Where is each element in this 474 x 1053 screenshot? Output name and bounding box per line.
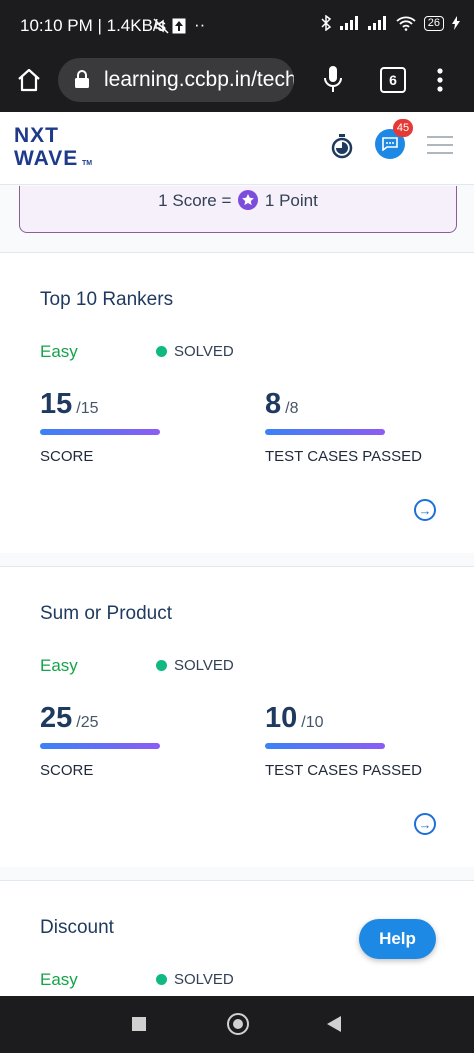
home-icon[interactable] xyxy=(16,68,42,92)
hamburger-menu-icon[interactable] xyxy=(427,136,453,154)
more-dots-icon: ·· xyxy=(194,15,206,34)
score-progress-bar xyxy=(40,743,160,749)
banner-right-text: 1 Point xyxy=(264,191,318,210)
card-separator xyxy=(0,867,474,881)
problem-title: Top 10 Rankers xyxy=(40,289,174,310)
test-cases-label: TEST CASES PASSED xyxy=(265,762,422,779)
logo-line2: WAVE xyxy=(14,147,79,170)
test-cases-number: 10 xyxy=(265,702,298,734)
upload-icon xyxy=(172,18,186,34)
score-label: SCORE xyxy=(40,762,94,779)
score-points-banner: 1 Score = 1 Point xyxy=(19,186,457,233)
difficulty-label: Easy xyxy=(40,656,78,675)
help-button[interactable]: Help xyxy=(359,919,436,959)
battery-icon: 26 xyxy=(423,15,444,31)
score-number: 25 xyxy=(40,702,73,734)
browser-toolbar: learning.ccbp.in/tech 6 xyxy=(0,52,474,112)
lock-icon xyxy=(75,70,89,88)
more-vert-icon[interactable] xyxy=(436,67,444,93)
logo-line1: NXT xyxy=(14,124,59,147)
status-time: 10:10 PM | 1.4KB/s xyxy=(20,16,167,35)
system-navigation-bar xyxy=(0,996,474,1053)
banner-left-text: 1 Score = xyxy=(158,191,232,210)
difficulty-label: Easy xyxy=(40,342,78,361)
solved-dot-icon xyxy=(156,660,167,671)
app-header: NXT WAVE TM 45 xyxy=(0,112,474,185)
url-text: learning.ccbp.in/tech xyxy=(104,68,294,91)
signal-icon xyxy=(367,16,386,30)
problem-title: Discount xyxy=(40,917,114,938)
logo-tm: TM xyxy=(82,160,93,167)
stopwatch-icon[interactable] xyxy=(331,133,353,159)
star-coin-icon xyxy=(238,190,259,210)
microphone-icon[interactable] xyxy=(323,65,343,95)
bluetooth-icon xyxy=(321,15,331,31)
notification-badge: 45 xyxy=(393,119,413,137)
score-label: SCORE xyxy=(40,448,94,465)
status-badge: SOLVED xyxy=(156,343,234,360)
status-icons: 26 xyxy=(320,15,460,31)
status-text: SOLVED xyxy=(174,971,234,988)
score-total: /25 xyxy=(76,714,99,731)
test-cases-value: 10/10 xyxy=(265,702,324,735)
battery-level: 26 xyxy=(427,16,440,29)
signal-icon xyxy=(339,16,358,30)
solved-dot-icon xyxy=(156,346,167,357)
test-cases-label: TEST CASES PASSED xyxy=(265,448,422,465)
test-cases-progress-bar xyxy=(265,429,385,435)
test-cases-number: 8 xyxy=(265,388,282,420)
tab-count: 6 xyxy=(389,72,397,88)
problem-card[interactable]: Sum or Product Easy SOLVED 25/25 SCORE 1… xyxy=(0,566,474,868)
notification-count: 45 xyxy=(396,122,410,134)
banner-text: 1 Score = 1 Point xyxy=(20,186,456,216)
chat-icon xyxy=(382,137,398,151)
status-badge: SOLVED xyxy=(156,657,234,674)
open-problem-arrow-icon[interactable]: → xyxy=(414,813,436,835)
score-value: 15/15 xyxy=(40,388,99,421)
charging-icon xyxy=(452,16,460,30)
test-cases-total: /10 xyxy=(301,714,324,731)
status-bar: 10:10 PM | 1.4KB/s ·· 26 xyxy=(0,0,474,52)
nxtwave-logo[interactable]: NXT WAVE TM xyxy=(14,124,104,174)
status-text: SOLVED xyxy=(174,343,234,360)
home-circle-icon[interactable] xyxy=(227,1013,249,1035)
status-text: SOLVED xyxy=(174,657,234,674)
recents-square-icon[interactable] xyxy=(132,1017,146,1031)
problem-title: Sum or Product xyxy=(40,603,172,624)
score-value: 25/25 xyxy=(40,702,99,735)
score-progress-bar xyxy=(40,429,160,435)
problem-card[interactable]: Top 10 Rankers Easy SOLVED 15/15 SCORE 8… xyxy=(0,252,474,554)
score-number: 15 xyxy=(40,388,73,420)
card-separator xyxy=(0,553,474,567)
back-triangle-icon[interactable] xyxy=(326,1015,342,1033)
open-problem-arrow-icon[interactable]: → xyxy=(414,499,436,521)
test-cases-total: /8 xyxy=(285,400,299,417)
test-cases-progress-bar xyxy=(265,743,385,749)
mute-icon xyxy=(153,18,169,34)
solved-dot-icon xyxy=(156,974,167,985)
test-cases-value: 8/8 xyxy=(265,388,298,421)
tab-switcher-button[interactable]: 6 xyxy=(380,67,406,93)
difficulty-label: Easy xyxy=(40,970,78,989)
status-badge: SOLVED xyxy=(156,971,234,988)
score-total: /15 xyxy=(76,400,99,417)
wifi-icon xyxy=(396,16,416,31)
url-bar[interactable]: learning.ccbp.in/tech xyxy=(58,58,294,102)
